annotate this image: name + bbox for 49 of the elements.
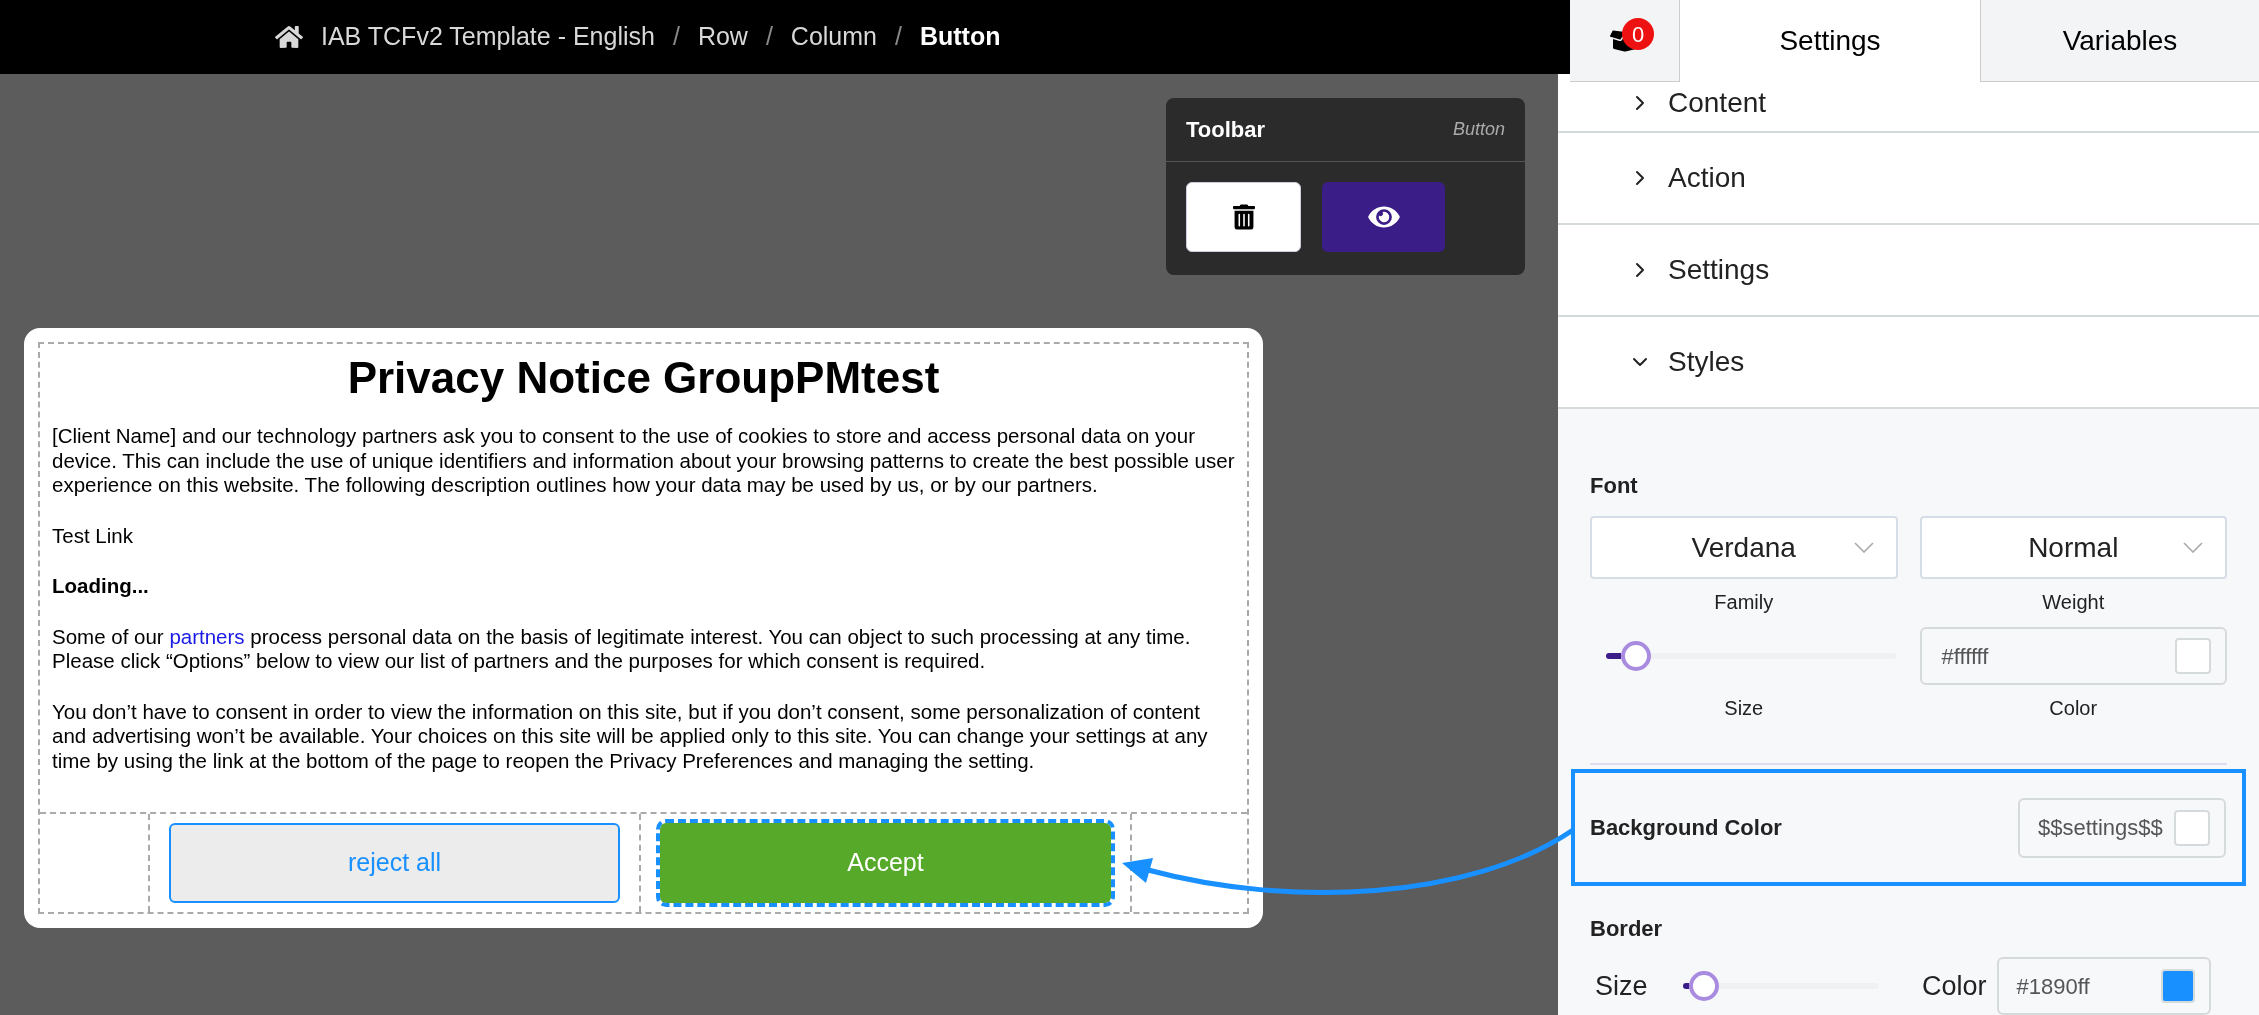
color-label: Color [1922,969,1987,1003]
slider[interactable] [1606,641,1896,671]
background-color-label: Background Color [1590,814,1782,842]
field-caption: Color [2049,696,2098,721]
notification-badge: 0 [1622,18,1654,50]
partners-link[interactable]: partners [169,624,245,648]
breadcrumb-link[interactable]: Row [697,18,748,56]
breadcrumb-link[interactable]: IAB TCFv2 Template - English [321,18,655,56]
notifications-tab[interactable]: 0 [1570,0,1680,82]
slider[interactable] [1683,971,1879,1001]
notice-paragraph: Some of our partners process personal data on the basis of legitimate interest. You can object to such processing at any time. Please click “Options” below to view our list of partners and the purposes for which consent is required. [52,624,1192,674]
color-field[interactable]: #ffffff [1919,627,2227,685]
breadcrumb-link[interactable]: Column [790,18,877,56]
color-swatch[interactable] [2175,638,2211,674]
breadcrumb-separator: / [672,21,680,53]
slider-thumb[interactable] [1620,641,1651,671]
home-icon [275,24,303,50]
notice-paragraph: Test Link [52,523,134,548]
select-field[interactable]: Verdana [1590,516,1898,579]
accordion-header[interactable]: Settings [1558,225,2259,317]
color-field[interactable]: $$settings$$ [2018,797,2226,858]
notice-paragraph: [Client Name] and our technology partners ask you to consent to the use of cookies to store and access personal data on your device. This can include the use of unique identifiers and information about your browsing patterns to create the best possible user experience on this website. The following description outlines how your data may be used by us, or by our partners. [52,424,1235,498]
accordion-header[interactable]: Action [1558,133,2259,225]
field-caption: Weight [2042,590,2105,615]
toolbar-title: Toolbar [1186,116,1266,144]
accordion-header[interactable]: Content [1558,82,2259,133]
preview-button[interactable] [1322,182,1445,252]
loading-text: Loading... [52,574,150,599]
font-label: Font [1590,472,1639,500]
chevron-down-icon [1853,542,1874,553]
delete-button[interactable] [1186,182,1301,252]
breadcrumb-separator: / [895,21,902,53]
breadcrumb-link[interactable]: Button [919,18,1001,56]
panel-tab[interactable]: Variables [1980,0,2259,82]
color-field[interactable]: #1890ff [1996,957,2211,1015]
color-swatch[interactable] [2174,809,2210,846]
chevron-down-icon [2183,542,2203,553]
trash-icon [1232,204,1255,230]
field-caption: Family [1714,590,1774,615]
slider-thumb[interactable] [1688,971,1719,1001]
field-caption: Size [1724,696,1764,721]
element-type-label: Button [1452,118,1505,141]
notice-paragraph: You don’t have to consent in order to view the information on this site, but if you don’t consent, some personalization of content and advertising won’t be available. Your choices on this site will be applied only to this site. You can change your settings at any time by using the link at the bottom of the page to reopen the Privacy Preferences and managing the setting. [52,699,1209,773]
select-field[interactable]: Normal [1919,516,2227,579]
size-label: Size [1594,969,1649,1003]
color-swatch[interactable] [2160,969,2195,1003]
border-label: Border [1590,915,1664,943]
notice-title: Privacy Notice GroupPMtest [346,352,941,404]
breadcrumb-separator: / [765,21,773,53]
